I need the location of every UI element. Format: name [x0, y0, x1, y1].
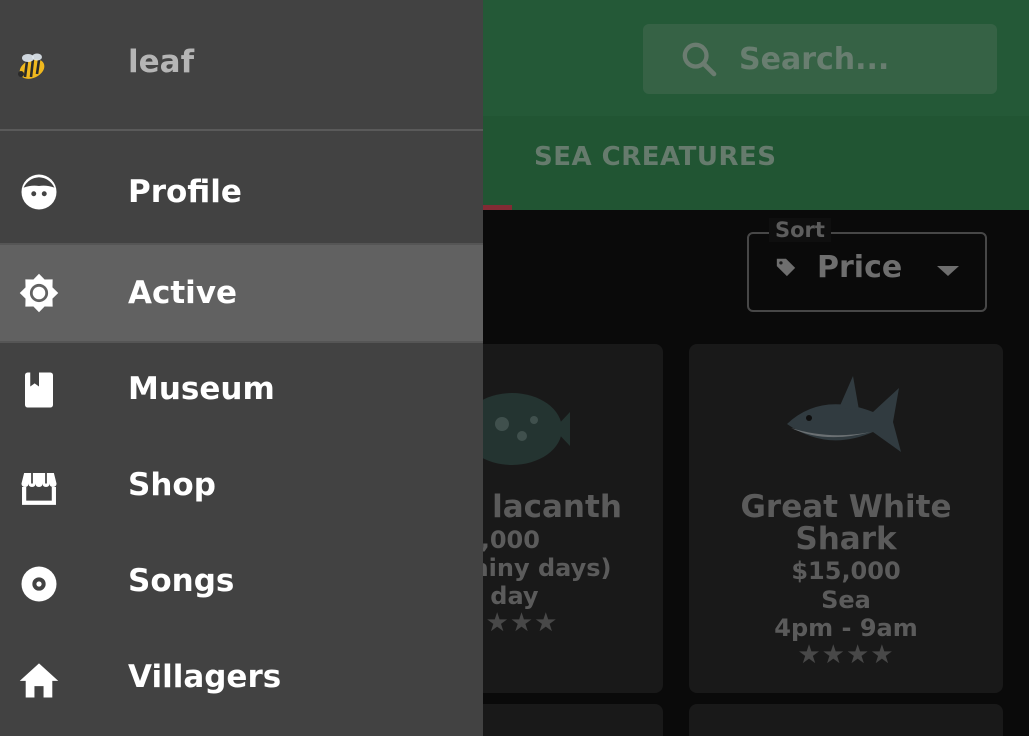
nav-label-museum: Museum	[128, 371, 275, 407]
nav-item-museum[interactable]: Museum	[0, 343, 483, 439]
username: leaf	[128, 44, 195, 80]
nav-item-shop[interactable]: Shop	[0, 439, 483, 535]
disc-icon	[21, 566, 57, 602]
nav-item-songs[interactable]: Songs	[0, 535, 483, 631]
brightness-icon	[19, 273, 59, 313]
nav-item-profile[interactable]: Profile	[0, 146, 483, 242]
nav-label-villagers: Villagers	[128, 659, 282, 695]
nav-item-active[interactable]: Active	[0, 243, 483, 343]
nav-label-profile: Profile	[128, 174, 242, 210]
nav-item-villagers[interactable]: Villagers	[0, 631, 483, 727]
store-icon	[21, 473, 57, 505]
bee-icon	[18, 53, 45, 79]
home-icon	[19, 663, 59, 698]
nav-label-active: Active	[128, 275, 238, 311]
drawer-header: leaf	[0, 0, 483, 131]
nav-label-songs: Songs	[128, 563, 235, 599]
nav-label-shop: Shop	[128, 467, 216, 503]
navigation-drawer: leaf Profile Active Museum Shop Songs Vi…	[0, 0, 483, 736]
book-icon	[25, 372, 53, 408]
face-icon	[21, 174, 57, 210]
